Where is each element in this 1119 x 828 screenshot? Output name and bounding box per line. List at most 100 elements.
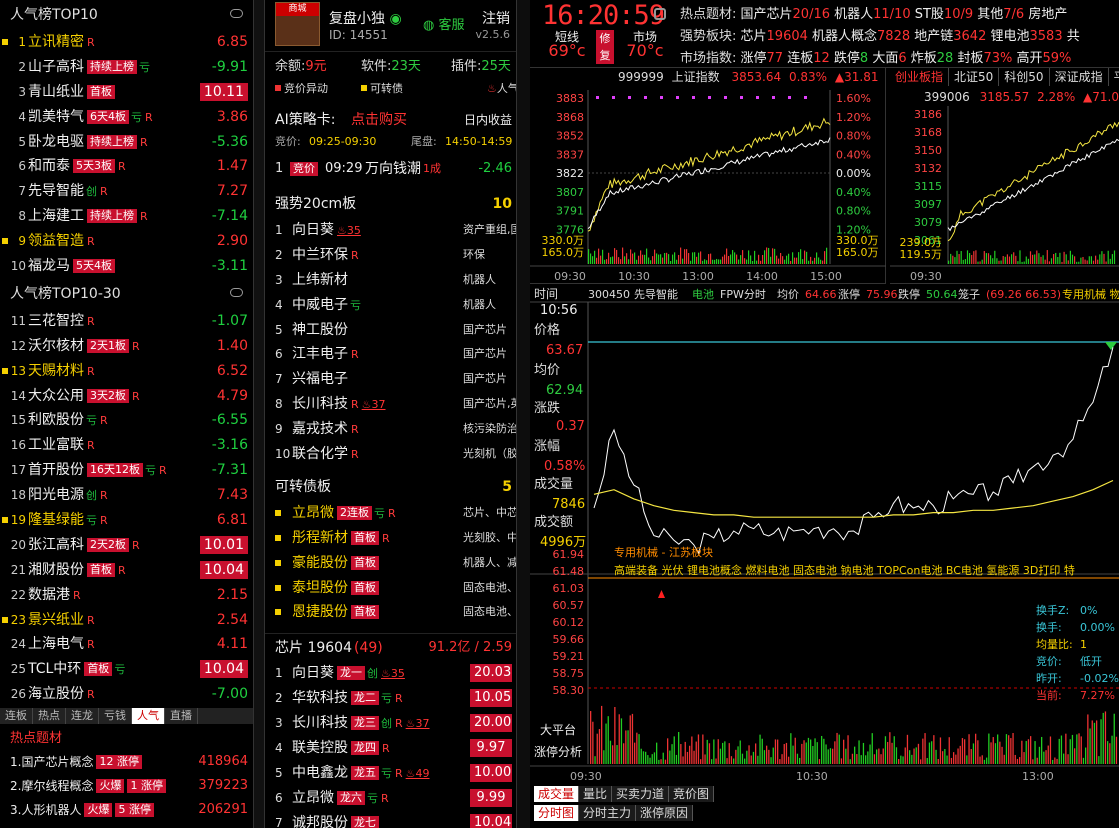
summary-item-name[interactable]: 大面 (868, 51, 898, 66)
alert-cb[interactable]: 可转债 (361, 78, 403, 100)
rank-row[interactable]: 21 湘财股份 首板 R 10.04 (0, 558, 253, 583)
summary-item-name[interactable]: 国产芯片 (736, 7, 793, 22)
stock-name[interactable]: 隆基绿能亏 R (28, 508, 108, 534)
summary-item-name[interactable]: 涨停 (736, 51, 767, 66)
stock-name[interactable]: 上海建工 持续上榜 R (28, 204, 148, 230)
stock-name[interactable]: 长川科技 R ♨37 (292, 392, 386, 418)
stock-name[interactable]: 山子高科 持续上榜亏 (28, 55, 150, 81)
rank-row[interactable]: 24 上海电气 R 4.11 (0, 632, 253, 657)
list-row[interactable]: 5 神工股份 国产芯片 (265, 318, 516, 343)
list-row[interactable]: 6 江丰电子 R 国产芯片 (265, 342, 516, 367)
stock-name[interactable]: 湘财股份 首板 R (28, 558, 126, 584)
rank-row[interactable]: 23 景兴纸业 R 2.54 (0, 608, 253, 633)
tab-1[interactable]: 热点 (33, 708, 66, 724)
list-row[interactable]: 彤程新材 首板 R 光刻胶、中 (265, 526, 516, 551)
stock-name[interactable]: 立昂微 2连板亏 R (292, 501, 396, 527)
list-row[interactable]: 3 上纬新材 机器人 (265, 268, 516, 293)
stock-name[interactable]: 嘉戎技术 R (292, 417, 359, 443)
intraday-return[interactable]: 日内收益 (464, 106, 512, 134)
stock-name[interactable]: 张江高科 2天2板 R (28, 533, 140, 559)
alert-auction[interactable]: 竞价异动 (275, 78, 328, 100)
list-row[interactable]: 6 立昂微 龙六亏 R 9.99 (265, 786, 516, 811)
tab-5[interactable]: 直播 (165, 708, 198, 724)
stock-name[interactable]: 立昂微 龙六亏 R (292, 786, 389, 812)
gear-icon[interactable] (654, 8, 666, 20)
list-row[interactable]: 1 向日葵 ♨35 资产重组,国 (265, 218, 516, 243)
rank-row[interactable]: 26 海立股份 R -7.00 (0, 682, 253, 707)
stock-name[interactable]: 诚邦股份 龙七 (292, 811, 379, 828)
cy-index-chart[interactable]: 创业板指北证50科创50深证成指平 399006 3185.57 2.28% ▲… (890, 68, 1119, 284)
chart-tab-0[interactable]: 成交量 (534, 786, 580, 802)
summary-item-name[interactable]: ST股 (911, 7, 944, 22)
stock-name[interactable]: 江丰电子 R (292, 342, 359, 368)
stock-name[interactable]: 中电鑫龙 龙五亏 R ♨49 (292, 761, 430, 787)
summary-item-name[interactable]: 机器人概念 (808, 29, 877, 44)
stock-name[interactable]: 中兰环保 R (292, 243, 359, 269)
stock-name[interactable]: 立讯精密 R (28, 30, 95, 56)
summary-item-name[interactable]: 其他 (973, 7, 1003, 22)
summary-item-name[interactable]: 地产链 (910, 29, 953, 44)
list-row[interactable]: 4 中威电子亏 机器人 (265, 293, 516, 318)
stock-name[interactable]: 华软科技 龙二亏 R (292, 686, 403, 712)
index-tab-4[interactable]: 平 (1109, 68, 1119, 86)
chart-tab-2[interactable]: 买卖力道 (612, 786, 670, 802)
rank-row[interactable]: 22 数据港 R 2.15 (0, 583, 253, 608)
stock-name[interactable]: 阳光电源创 R (28, 483, 108, 509)
stock-name[interactable]: 利欧股份亏 R (28, 408, 108, 434)
stock-name[interactable]: 兴福电子 (292, 367, 348, 392)
hot-topic-row[interactable]: 1.国产芯片概念 12 涨停 418964 (0, 750, 253, 774)
list-row[interactable]: 1 向日葵 龙一创 ♨35 20.03 (265, 661, 516, 686)
rank-row[interactable]: 13 天赐材料 R 6.52 (0, 359, 253, 384)
rank-row[interactable]: 10 福龙马 5天4板 -3.11 (0, 254, 253, 279)
stock-name[interactable]: 中威电子亏 (292, 293, 361, 319)
rank-row[interactable]: 11 三花智控 R -1.07 (0, 309, 253, 334)
hot-topic-row[interactable]: 2.摩尔线程概念 火爆 1 涨停 379223 (0, 774, 253, 798)
list-row[interactable]: 3 长川科技 龙三创 R ♨37 20.00 (265, 711, 516, 736)
chart-tab-2[interactable]: 涨停原因 (636, 805, 694, 821)
alert-popularity[interactable]: ♨人气 (487, 78, 516, 100)
stock-name[interactable]: 泰坦股份 首板 (292, 576, 379, 601)
list-row[interactable]: 泰坦股份 首板 固态电池、 (265, 576, 516, 601)
avatar[interactable]: 商城 (275, 2, 320, 46)
buy-link[interactable]: 点击购买 (351, 106, 407, 134)
stock-name[interactable]: 景兴纸业 R (28, 608, 95, 634)
index-tab-1[interactable]: 北证50 (949, 68, 1000, 86)
stock-name[interactable]: 神工股份 (292, 318, 348, 343)
list-row[interactable]: 2 华软科技 龙二亏 R 10.05 (265, 686, 516, 711)
chart-tab-0[interactable]: 分时图 (534, 805, 580, 821)
signal-row[interactable]: 1 竞价 09:29 万向钱潮 1成 -2.46 (265, 154, 516, 184)
list-row[interactable]: 9 嘉戎技术 R 核污染防治 (265, 417, 516, 442)
logout-button[interactable]: 注销 (482, 8, 510, 28)
stock-name[interactable]: 海立股份 R (28, 682, 95, 708)
tab-2[interactable]: 连龙 (66, 708, 99, 724)
list-row[interactable]: 5 中电鑫龙 龙五亏 R ♨49 10.00 (265, 761, 516, 786)
summary-item-name[interactable]: 连板 (783, 51, 813, 66)
rank-row[interactable]: 19 隆基绿能亏 R 6.81 (0, 508, 253, 533)
summary-item-name[interactable]: 共 (1063, 29, 1080, 44)
summary-item-name[interactable]: 芯片 (736, 29, 767, 44)
summary-item-name[interactable]: 炸板 (907, 51, 937, 66)
stock-name[interactable]: 恩捷股份 首板 (292, 600, 379, 625)
index-tab-0[interactable]: 创业板指 (890, 68, 950, 86)
rank-row[interactable]: 20 张江高科 2天2板 R 10.01 (0, 533, 253, 558)
stock-name[interactable]: 数据港 R (28, 583, 81, 609)
stock-name[interactable]: 彤程新材 首板 R (292, 526, 390, 552)
service-button[interactable]: ◍ 客服 (423, 14, 465, 33)
stock-name[interactable]: 凯美特气 6天4板亏 R (28, 105, 153, 131)
stock-name[interactable]: 三花智控 R (28, 309, 95, 335)
stock-name[interactable]: 向日葵 ♨35 (292, 218, 361, 244)
stock-name[interactable]: 工业富联 R (28, 433, 95, 459)
rank-row[interactable]: 8 上海建工 持续上榜 R -7.14 (0, 204, 253, 229)
tab-4[interactable]: 人气 (132, 708, 165, 724)
rank-row[interactable]: 3 青山纸业 首板 10.11 (0, 80, 253, 105)
list-row[interactable]: 4 联美控股 龙四 R 9.97 (265, 736, 516, 761)
stock-name[interactable]: 天赐材料 R (28, 359, 95, 385)
summary-item-name[interactable]: 房地产 (1024, 7, 1067, 22)
index-tab-3[interactable]: 深证成指 (1050, 68, 1109, 86)
list-row[interactable]: 10 联合化学 R 光刻机（胶 (265, 442, 516, 467)
rank-row[interactable]: 15 利欧股份亏 R -6.55 (0, 408, 253, 433)
list-row[interactable]: 7 诚邦股份 龙七 10.04 (265, 811, 516, 828)
middle-scrollbar[interactable] (516, 0, 530, 828)
rank-row[interactable]: 6 和而泰 5天3板 R 1.47 (0, 154, 253, 179)
stock-name[interactable]: 沃尔核材 2天1板 R (28, 334, 140, 360)
